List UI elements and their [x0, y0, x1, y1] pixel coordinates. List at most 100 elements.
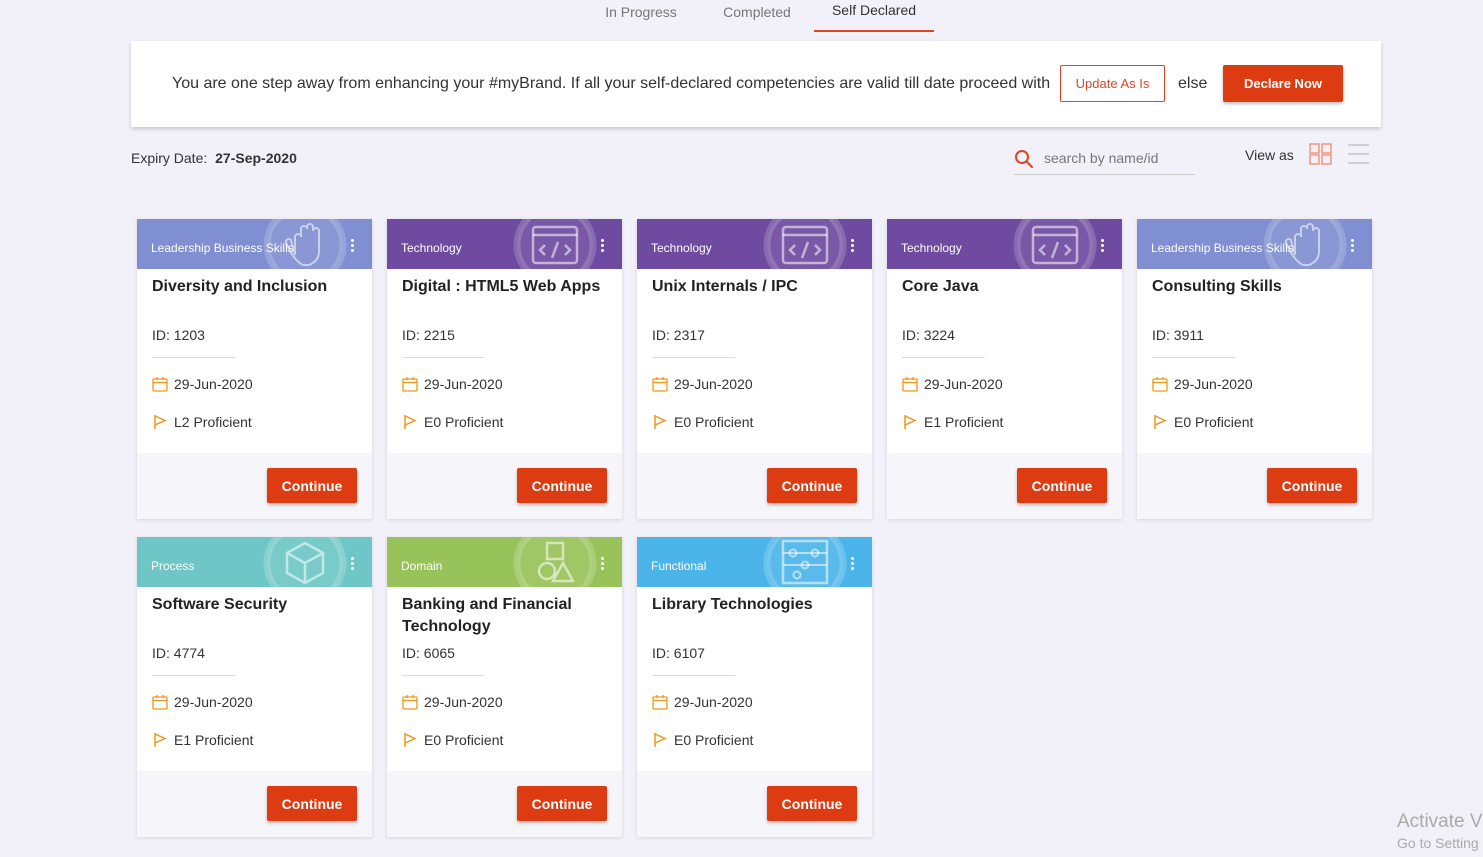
card-id: ID: 3911 — [1152, 327, 1204, 343]
card-level-value: E0 Proficient — [1174, 414, 1254, 430]
card-title: Software Security — [152, 596, 288, 613]
code-window-icon — [513, 219, 597, 269]
abacus-icon — [763, 537, 847, 587]
card-date: 29-Jun-2020 — [402, 376, 503, 392]
competency-card: Technology Core Java ID: 3224 29-Jun-2020 E1… — [887, 219, 1122, 519]
declaration-banner: You are one step away from enhancing you… — [131, 41, 1381, 127]
continue-button[interactable]: Continue — [267, 468, 357, 503]
declare-now-button[interactable]: Declare Now — [1223, 65, 1343, 102]
view-as-label: View as — [1245, 147, 1294, 163]
list-view-icon[interactable] — [1347, 143, 1370, 165]
card-date-value: 29-Jun-2020 — [174, 694, 253, 710]
card-divider — [152, 675, 235, 676]
card-level-value: L2 Proficient — [174, 414, 252, 430]
search-icon — [1015, 150, 1033, 168]
more-vertical-icon[interactable] — [849, 239, 855, 255]
more-vertical-icon[interactable] — [599, 239, 605, 255]
tab-completed[interactable]: Completed — [717, 4, 797, 32]
more-vertical-icon[interactable] — [1099, 239, 1105, 255]
continue-button[interactable]: Continue — [517, 468, 607, 503]
more-vertical-icon[interactable] — [349, 239, 355, 255]
continue-button[interactable]: Continue — [1017, 468, 1107, 503]
competency-card: Technology Unix Internals / IPC ID: 2317 29… — [637, 219, 872, 519]
more-vertical-icon[interactable] — [349, 557, 355, 573]
card-category: Technology — [651, 241, 712, 255]
card-level-value: E0 Proficient — [424, 414, 504, 430]
grid-view-icon[interactable] — [1309, 143, 1332, 165]
calendar-icon — [402, 695, 418, 710]
card-title: Unix Internals / IPC — [652, 278, 798, 295]
card-date: 29-Jun-2020 — [402, 694, 503, 710]
card-date-value: 29-Jun-2020 — [424, 376, 503, 392]
card-header: Technology — [387, 219, 622, 269]
search-input[interactable] — [1044, 148, 1194, 168]
card-category: Leadership Business Skills — [151, 241, 294, 255]
card-date: 29-Jun-2020 — [652, 694, 753, 710]
card-divider — [902, 357, 985, 358]
code-window-icon — [763, 219, 847, 269]
tab-in-progress[interactable]: In Progress — [600, 4, 682, 32]
card-footer: Continue — [137, 771, 372, 837]
calendar-icon — [152, 377, 168, 392]
competency-card: Leadership Business Skills Consulting Ski… — [1137, 219, 1372, 519]
card-id: ID: 2215 — [402, 327, 455, 343]
calendar-icon — [402, 377, 418, 392]
card-date: 29-Jun-2020 — [652, 376, 753, 392]
card-level: E0 Proficient — [402, 414, 503, 430]
calendar-icon — [152, 695, 168, 710]
card-level-value: E1 Proficient — [924, 414, 1004, 430]
card-title: Banking and Financial Technology — [402, 596, 572, 635]
card-level-value: E0 Proficient — [674, 414, 754, 430]
calendar-icon — [652, 695, 668, 710]
update-as-is-button[interactable]: Update As Is — [1060, 65, 1165, 102]
card-title: Library Technologies — [652, 596, 813, 613]
card-level: E1 Proficient — [902, 414, 1003, 430]
card-id: ID: 6065 — [402, 645, 455, 661]
tab-self-declared[interactable]: Self Declared — [814, 2, 934, 32]
competency-card: Process Software Security ID: 4774 29-Jun-2… — [137, 537, 372, 837]
flag-icon — [904, 415, 917, 429]
flag-icon — [154, 415, 167, 429]
card-date-value: 29-Jun-2020 — [674, 376, 753, 392]
more-vertical-icon[interactable] — [599, 557, 605, 573]
card-title: Consulting Skills — [1152, 278, 1282, 295]
watermark-line-2: Go to Setting — [1397, 835, 1479, 851]
card-level: E1 Proficient — [152, 732, 253, 748]
continue-button[interactable]: Continue — [767, 786, 857, 821]
card-level: E0 Proficient — [1152, 414, 1253, 430]
card-level-value: E1 Proficient — [174, 732, 254, 748]
card-category: Technology — [401, 241, 462, 255]
card-title: Diversity and Inclusion — [152, 278, 328, 295]
card-header: Domain — [387, 537, 622, 587]
card-divider — [402, 357, 485, 358]
flag-icon — [654, 733, 667, 747]
expiry-label: Expiry Date: — [131, 150, 208, 166]
continue-button[interactable]: Continue — [267, 786, 357, 821]
card-level: E0 Proficient — [402, 732, 503, 748]
card-footer: Continue — [137, 453, 372, 519]
continue-button[interactable]: Continue — [517, 786, 607, 821]
card-header: Technology — [887, 219, 1122, 269]
else-label: else — [1178, 75, 1208, 92]
card-level-value: E0 Proficient — [674, 732, 754, 748]
card-category: Domain — [401, 559, 443, 573]
card-date-value: 29-Jun-2020 — [1174, 376, 1253, 392]
card-date: 29-Jun-2020 — [152, 376, 253, 392]
more-vertical-icon[interactable] — [849, 557, 855, 573]
shapes-blocks-icon — [513, 537, 597, 587]
continue-button[interactable]: Continue — [1267, 468, 1357, 503]
card-date-value: 29-Jun-2020 — [174, 376, 253, 392]
card-header: Functional — [637, 537, 872, 587]
expiry-date: Expiry Date: 27-Sep-2020 — [131, 150, 297, 166]
card-date-value: 29-Jun-2020 — [424, 694, 503, 710]
continue-button[interactable]: Continue — [767, 468, 857, 503]
card-date: 29-Jun-2020 — [152, 694, 253, 710]
card-id: ID: 6107 — [652, 645, 705, 661]
card-id: ID: 2317 — [652, 327, 705, 343]
card-category: Process — [151, 559, 195, 573]
expiry-value: 27-Sep-2020 — [215, 150, 297, 166]
more-vertical-icon[interactable] — [1349, 239, 1355, 255]
card-divider — [1152, 357, 1235, 358]
activate-windows-watermark: Activate V Go to Setting — [1397, 811, 1483, 851]
flag-icon — [1154, 415, 1167, 429]
